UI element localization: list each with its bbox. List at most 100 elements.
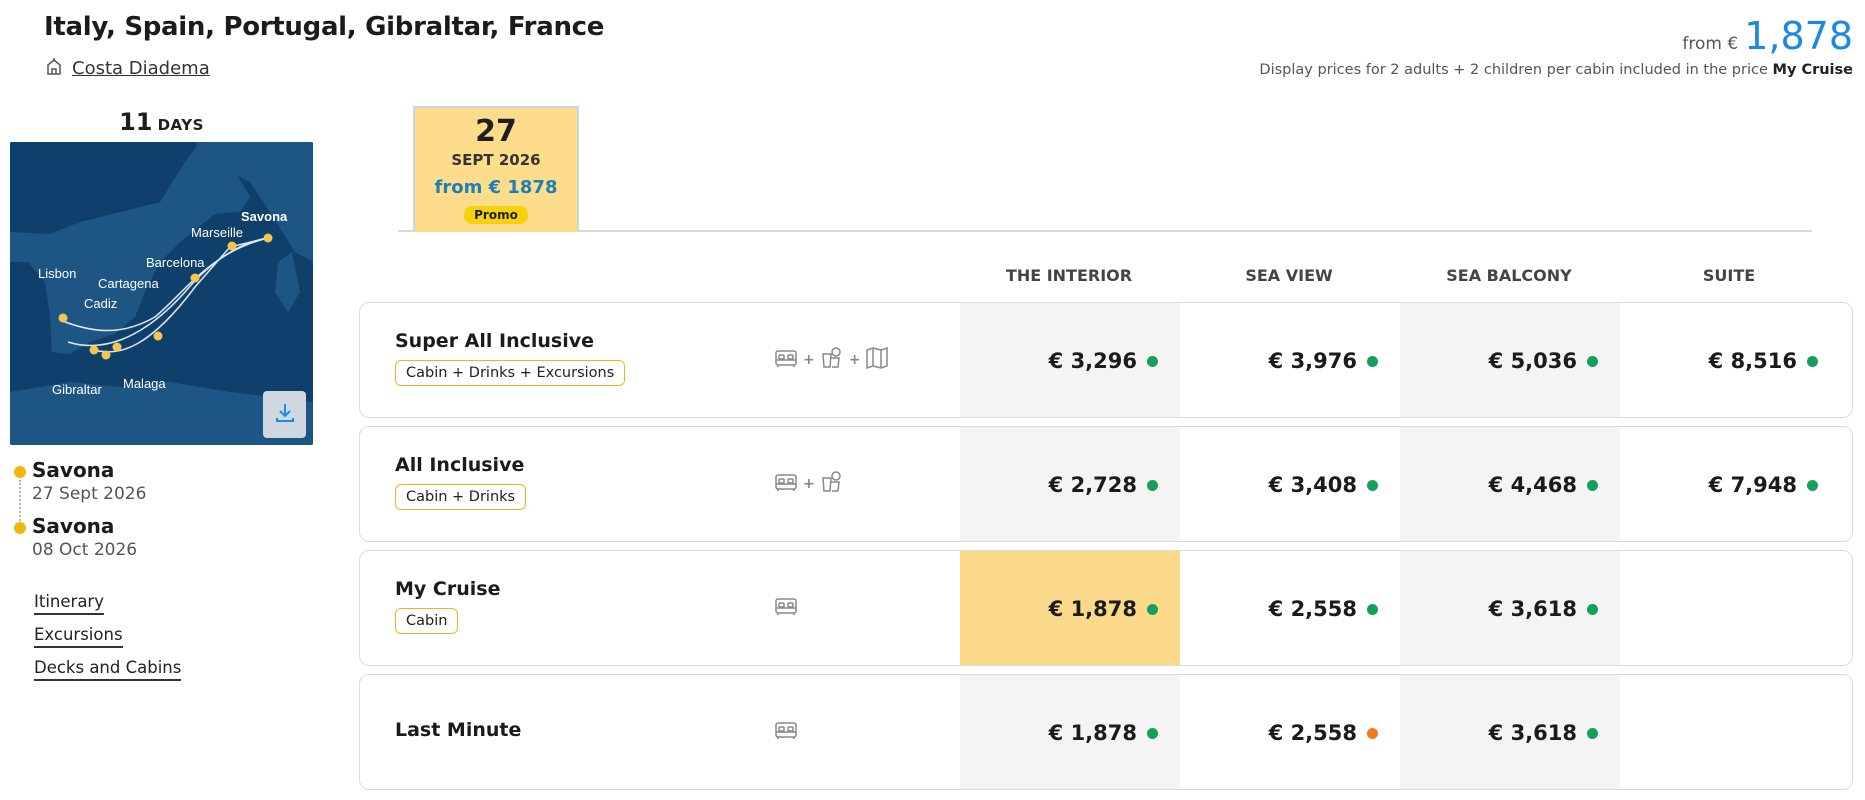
price: € 2,558 — [1268, 597, 1357, 621]
bed-icon — [773, 717, 799, 747]
price-cell-suite[interactable]: € 7,948 — [1620, 427, 1840, 541]
bed-icon — [773, 469, 799, 499]
price: € 3,408 — [1268, 473, 1357, 497]
package-name: All Inclusive — [395, 454, 525, 476]
price-cell-suite-empty — [1620, 675, 1840, 789]
departure-city: Savona — [32, 458, 115, 482]
availability-dot — [1147, 603, 1158, 615]
departure-stop: Savona 27 Sept 2026 — [14, 458, 146, 514]
map-label-savona: Savona — [241, 209, 288, 224]
price-cell-sea-view[interactable]: € 3,408 — [1180, 427, 1400, 541]
download-icon — [272, 400, 298, 430]
price: € 2,558 — [1268, 721, 1357, 745]
bed-icon — [773, 593, 799, 623]
availability-dot — [1587, 727, 1598, 739]
price: € 1,878 — [1048, 721, 1137, 745]
column-header-interior: THE INTERIOR — [1005, 266, 1133, 285]
availability-dot — [1587, 479, 1598, 491]
map-label-malaga: Malaga — [123, 376, 166, 391]
display-prices-note: Display prices for 2 adults + 2 children… — [1259, 62, 1853, 78]
drinks-icon — [819, 469, 845, 499]
price-cell-interior-selected[interactable]: € 1,878 — [960, 551, 1180, 665]
availability-dot — [1807, 355, 1818, 367]
package-icons: + — [773, 469, 845, 499]
package-icons — [773, 717, 799, 747]
package-tag: Cabin — [395, 608, 459, 634]
date-tab-day: 27 — [475, 114, 517, 149]
port-stops: Savona 27 Sept 2026 Savona 08 Oct 2026 — [14, 458, 146, 570]
decks-and-cabins-link[interactable]: Decks and Cabins — [34, 658, 182, 681]
availability-dot — [1147, 355, 1158, 367]
tab-divider — [398, 230, 1812, 232]
availability-dot — [1367, 355, 1378, 367]
map-label-gibraltar: Gibraltar — [52, 382, 103, 397]
price-cell-sea-balcony[interactable]: € 3,618 — [1400, 551, 1620, 665]
price-cell-sea-balcony[interactable]: € 4,468 — [1400, 427, 1620, 541]
map-download-button[interactable] — [263, 391, 306, 438]
price: € 3,618 — [1488, 597, 1577, 621]
map-label-cartagena: Cartagena — [98, 276, 159, 291]
price: € 2,728 — [1048, 473, 1137, 497]
availability-dot — [1147, 479, 1158, 491]
availability-dot — [1367, 479, 1378, 491]
availability-dot — [1587, 603, 1598, 615]
arrival-date: 08 Oct 2026 — [32, 540, 138, 560]
package-row-last-minute: Last Minute € 1,878 € 2,558 € 3,618 — [359, 674, 1853, 790]
display-note-package: My Cruise — [1772, 62, 1853, 78]
map-label-barcelona: Barcelona — [146, 255, 205, 270]
date-tab-month: SEPT 2026 — [451, 151, 541, 169]
price-cell-interior[interactable]: € 2,728 — [960, 427, 1180, 541]
date-tab-selected[interactable]: 27 SEPT 2026 from € 1878 Promo — [413, 106, 579, 232]
price-cell-interior[interactable]: € 1,878 — [960, 675, 1180, 789]
price-cell-sea-view[interactable]: € 2,558 — [1180, 675, 1400, 789]
package-icons — [773, 593, 799, 623]
price-cell-sea-view[interactable]: € 3,976 — [1180, 303, 1400, 417]
map-icon — [864, 345, 890, 375]
availability-dot — [1147, 727, 1158, 739]
package-name: Last Minute — [395, 719, 522, 741]
availability-dot — [1367, 603, 1378, 615]
ship-icon — [44, 56, 64, 81]
price: € 3,296 — [1048, 349, 1137, 373]
duration: 11 DAYS — [10, 108, 313, 136]
price-cell-sea-balcony[interactable]: € 3,618 — [1400, 675, 1620, 789]
itinerary-link[interactable]: Itinerary — [34, 592, 104, 615]
from-price: 1,878 — [1744, 14, 1853, 58]
price: € 8,516 — [1708, 349, 1797, 373]
departure-dot — [14, 466, 26, 478]
price: € 1,878 — [1048, 597, 1137, 621]
departure-date: 27 Sept 2026 — [32, 484, 147, 504]
price: € 3,618 — [1488, 721, 1577, 745]
days-unit: DAYS — [157, 116, 204, 134]
price-cell-sea-balcony[interactable]: € 5,036 — [1400, 303, 1620, 417]
ship-name[interactable]: Costa Diadema — [72, 58, 210, 79]
price: € 3,976 — [1268, 349, 1357, 373]
drinks-icon — [819, 345, 845, 375]
ship-link[interactable]: Costa Diadema — [44, 56, 210, 81]
display-note-text: Display prices for 2 adults + 2 children… — [1259, 62, 1768, 78]
price: € 4,468 — [1488, 473, 1577, 497]
price-cell-suite[interactable]: € 8,516 — [1620, 303, 1840, 417]
package-tag: Cabin + Drinks — [395, 484, 527, 510]
package-row-all-inclusive: All Inclusive Cabin + Drinks + € 2,728 €… — [359, 426, 1853, 542]
map-label-cadiz: Cadiz — [84, 296, 117, 311]
days-number: 11 — [119, 108, 153, 136]
price-cell-sea-view[interactable]: € 2,558 — [1180, 551, 1400, 665]
package-row-my-cruise: My Cruise Cabin € 1,878 € 2,558 € 3,618 — [359, 550, 1853, 666]
package-name: My Cruise — [395, 578, 501, 600]
arrival-dot — [14, 522, 26, 534]
availability-dot — [1587, 355, 1598, 367]
price: € 7,948 — [1708, 473, 1797, 497]
package-tag: Cabin + Drinks + Excursions — [395, 360, 626, 386]
page-title: Italy, Spain, Portugal, Gibraltar, Franc… — [44, 12, 605, 42]
promo-badge: Promo — [464, 206, 528, 224]
price-cell-interior[interactable]: € 3,296 — [960, 303, 1180, 417]
map-label-marseille: Marseille — [191, 225, 243, 240]
column-header-sea-balcony: SEA BALCONY — [1446, 266, 1572, 285]
map-label-lisbon: Lisbon — [38, 266, 76, 281]
arrival-stop: Savona 08 Oct 2026 — [14, 514, 146, 570]
excursions-link[interactable]: Excursions — [34, 625, 123, 648]
price: € 5,036 — [1488, 349, 1577, 373]
package-row-super-all-inclusive: Super All Inclusive Cabin + Drinks + Exc… — [359, 302, 1853, 418]
package-name: Super All Inclusive — [395, 330, 595, 352]
